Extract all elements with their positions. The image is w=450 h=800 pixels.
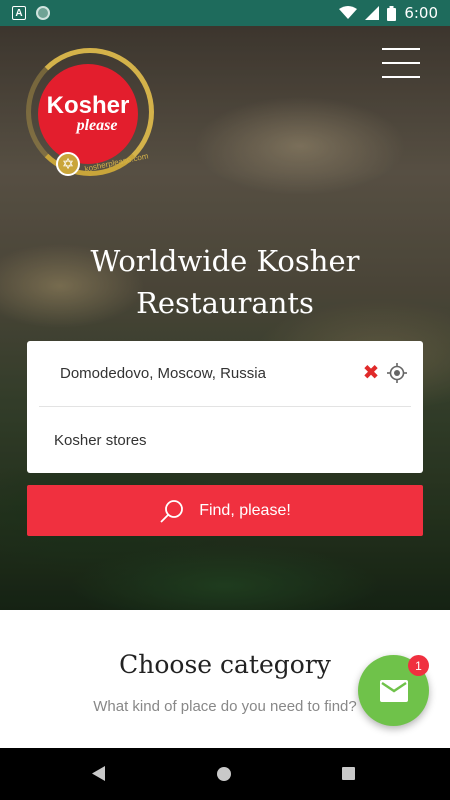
hero-section: Kosher please ✡ kosherplease.com Worldwi… — [0, 26, 450, 610]
find-button[interactable]: Find, please! — [27, 485, 423, 536]
find-button-label: Find, please! — [199, 501, 291, 519]
notification-count-badge: 1 — [408, 655, 429, 676]
sync-icon — [36, 6, 50, 20]
app-notification-icon: A — [12, 6, 26, 20]
menu-line-icon — [382, 62, 420, 64]
clear-location-icon[interactable]: ✖ — [362, 363, 380, 383]
system-nav-bar — [0, 748, 450, 800]
search-card: Domodedovo, Moscow, Russia ✖ Kosher stor… — [27, 341, 423, 473]
hamburger-menu-button[interactable] — [382, 48, 420, 78]
logo-badge: Kosher please — [38, 64, 138, 164]
my-location-icon[interactable] — [386, 362, 408, 384]
recent-apps-icon[interactable] — [342, 767, 355, 780]
star-of-david-icon: ✡ — [56, 152, 80, 176]
logo-sub: please — [76, 117, 118, 134]
location-field[interactable]: Domodedovo, Moscow, Russia ✖ — [39, 341, 411, 407]
headline-line-2: Restaurants — [136, 286, 314, 320]
signal-icon — [365, 6, 380, 20]
status-bar: A 6:00 — [0, 0, 450, 26]
headline-line-1: Worldwide Kosher — [90, 244, 360, 278]
home-icon[interactable] — [217, 767, 231, 781]
kosher-please-logo[interactable]: Kosher please ✡ kosherplease.com — [26, 48, 154, 176]
wifi-icon — [339, 6, 358, 19]
battery-icon — [387, 5, 397, 21]
clock: 6:00 — [404, 4, 438, 22]
menu-line-icon — [382, 76, 420, 78]
mail-icon — [379, 679, 408, 702]
category-input[interactable]: Kosher stores — [54, 408, 394, 473]
location-input[interactable]: Domodedovo, Moscow, Russia — [60, 365, 266, 382]
search-icon — [160, 499, 184, 523]
back-icon[interactable] — [92, 766, 106, 781]
logo-word: Kosher — [46, 92, 130, 119]
menu-line-icon — [382, 48, 420, 50]
hero-headline: Worldwide Kosher Restaurants — [0, 240, 450, 324]
